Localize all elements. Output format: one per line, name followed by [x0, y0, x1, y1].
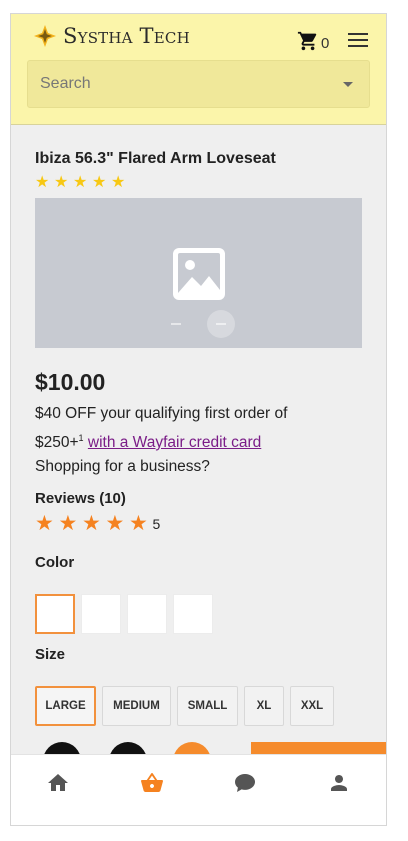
search-bar — [27, 60, 370, 108]
business-text: Shopping for a business? — [35, 458, 210, 475]
size-option-medium[interactable]: MEDIUM — [102, 686, 171, 726]
product-price: $10.00 — [35, 369, 106, 395]
search-dropdown-icon[interactable] — [343, 82, 353, 87]
home-icon[interactable] — [46, 771, 70, 795]
size-options: LARGE MEDIUM SMALL XL XXL — [35, 686, 334, 726]
chat-icon[interactable] — [233, 771, 257, 795]
star-icon: ★ — [105, 512, 125, 535]
product-title: Ibiza 56.3" Flared Arm Loveseat — [35, 150, 276, 167]
basket-icon[interactable] — [140, 771, 164, 795]
header: Systha Tech 0 — [11, 14, 386, 125]
color-swatch[interactable] — [173, 594, 213, 634]
color-swatch[interactable] — [35, 594, 75, 634]
profile-icon[interactable] — [327, 771, 351, 795]
logo-star-icon — [34, 25, 56, 47]
menu-icon[interactable] — [348, 33, 368, 47]
app-frame: Systha Tech 0 Ibiza 56.3" Flared Arm Lov… — [10, 13, 387, 826]
color-label: Color — [35, 554, 75, 571]
reviews-title[interactable]: Reviews (10) — [35, 490, 126, 507]
color-swatch[interactable] — [127, 594, 167, 634]
cart-icon — [297, 31, 317, 51]
size-option-xxl[interactable]: XXL — [290, 686, 334, 726]
image-placeholder-icon — [173, 248, 225, 300]
star-icon: ★ — [35, 512, 54, 535]
color-swatch[interactable] — [81, 594, 121, 634]
star-icon: ★ — [54, 174, 69, 191]
star-icon: ★ — [35, 174, 50, 191]
product-detail: Ibiza 56.3" Flared Arm Loveseat ★ ★ ★ ★ … — [35, 150, 362, 726]
product-image-placeholder — [35, 198, 362, 348]
star-icon: ★ — [82, 512, 101, 535]
star-icon: ★ — [58, 512, 78, 535]
size-option-small[interactable]: SMALL — [177, 686, 238, 726]
credit-card-link[interactable]: with a Wayfair credit card — [88, 434, 261, 451]
size-option-large[interactable]: LARGE — [35, 686, 96, 726]
star-icon: ★ — [111, 174, 126, 191]
size-option-xl[interactable]: XL — [244, 686, 284, 726]
bottom-navigation — [11, 754, 386, 825]
product-rating: ★ ★ ★ ★ ★ — [35, 175, 362, 191]
search-input[interactable] — [28, 61, 369, 107]
promo-text: $40 OFF your qualifying first order of $… — [35, 402, 335, 455]
star-icon: ★ — [129, 512, 148, 535]
reviews-rating: ★ ★ ★ ★ ★ 5 — [35, 513, 160, 535]
brand-name: Systha Tech — [63, 24, 190, 48]
color-swatches — [35, 594, 213, 634]
brand-logo[interactable]: Systha Tech — [33, 24, 190, 48]
cart-count: 0 — [321, 35, 330, 52]
cart-button[interactable]: 0 — [297, 30, 329, 52]
star-icon: ★ — [92, 174, 107, 191]
star-icon: ★ — [73, 174, 88, 191]
reviews-rating-value: 5 — [152, 516, 161, 532]
carousel-indicator[interactable] — [171, 323, 181, 325]
size-label: Size — [35, 646, 66, 663]
promo-footnote: 1 — [78, 433, 84, 443]
carousel-zoom-out-button[interactable] — [207, 310, 235, 338]
